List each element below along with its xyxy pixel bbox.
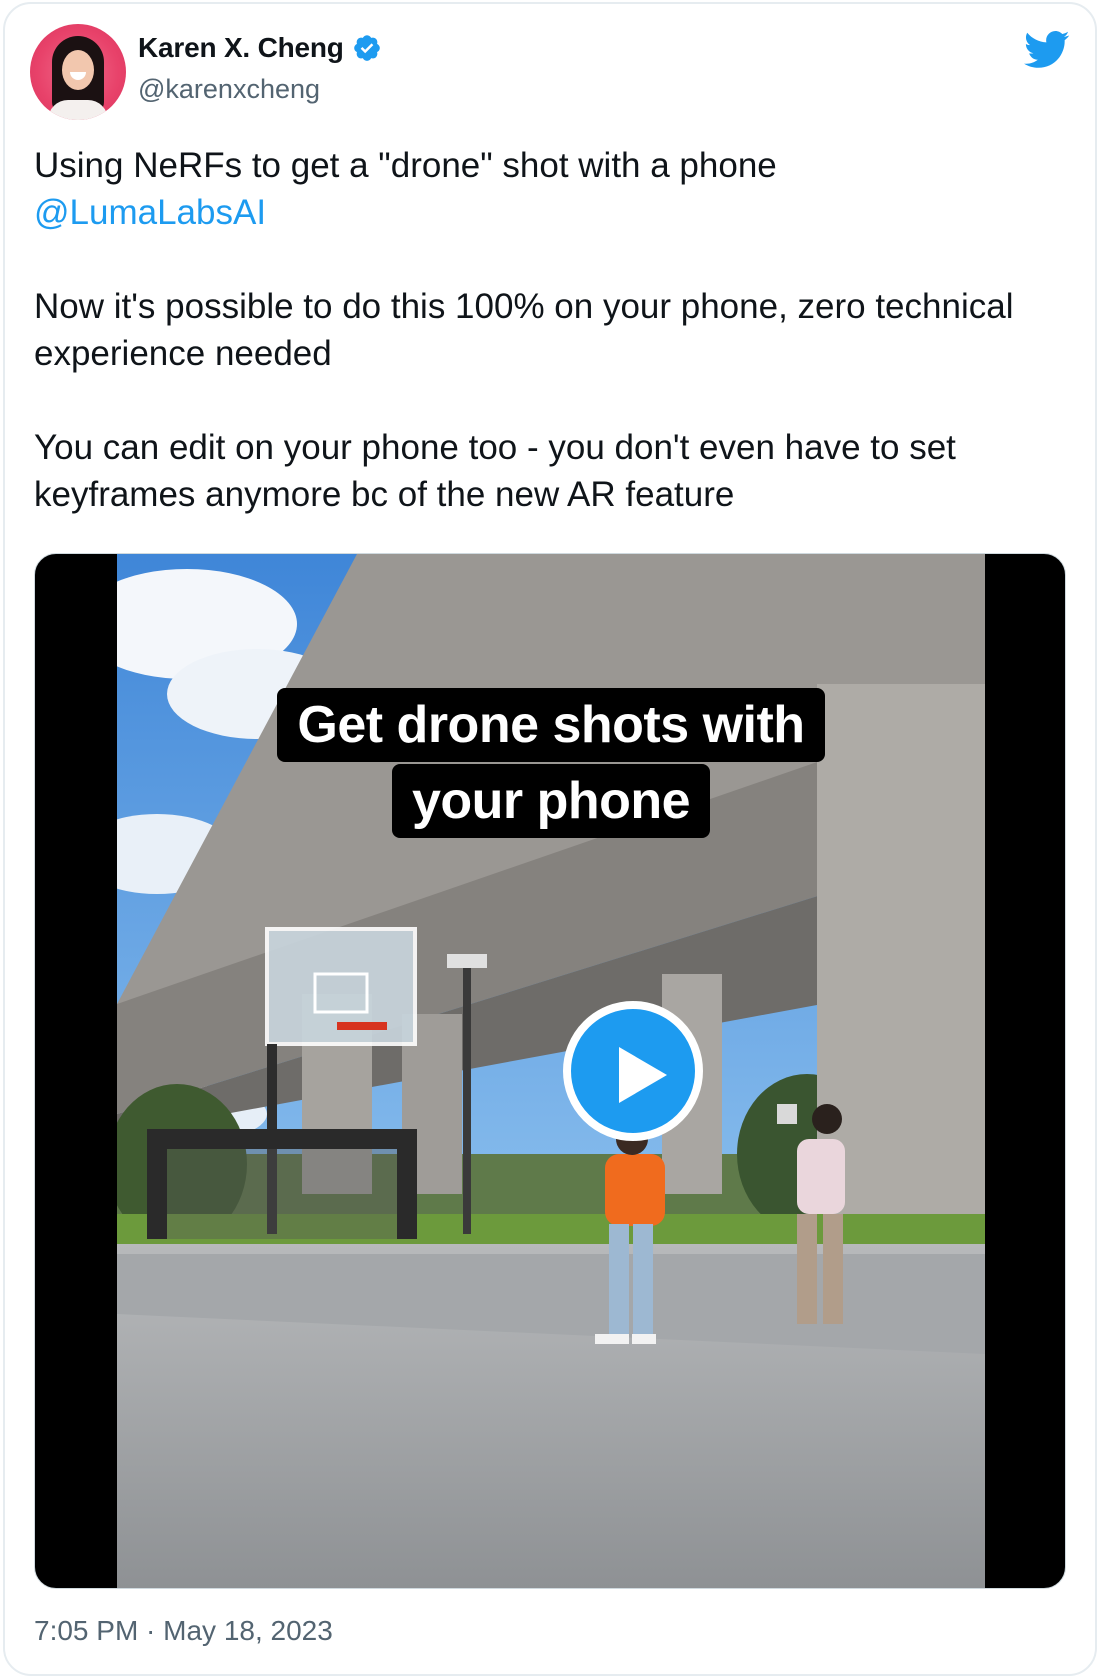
verified-badge-icon bbox=[352, 33, 382, 63]
video-thumbnail[interactable]: Get drone shots with your phone bbox=[117, 554, 985, 1588]
play-button[interactable] bbox=[563, 1001, 703, 1141]
video-caption: Get drone shots with your phone bbox=[117, 688, 985, 838]
play-icon bbox=[619, 1047, 667, 1103]
author-handle[interactable]: @karenxcheng bbox=[138, 74, 320, 105]
mention-link[interactable]: @LumaLabsAI bbox=[34, 193, 266, 232]
tweet-timestamp[interactable]: 7:05 PM · May 18, 2023 bbox=[34, 1615, 333, 1647]
tweet-header: Karen X. Cheng @karenxcheng bbox=[30, 24, 1070, 124]
tweet-text-paragraph: Now it's possible to do this 100% on you… bbox=[34, 287, 1014, 373]
author-display-name[interactable]: Karen X. Cheng bbox=[138, 32, 344, 64]
author-name-row: Karen X. Cheng bbox=[138, 32, 382, 64]
caption-line-1: Get drone shots with bbox=[277, 688, 825, 762]
tweet-text-line: Using NeRFs to get a "drone" shot with a… bbox=[34, 146, 777, 185]
twitter-bird-icon[interactable] bbox=[1024, 30, 1070, 70]
tweet-body: Using NeRFs to get a "drone" shot with a… bbox=[34, 142, 1074, 518]
avatar[interactable] bbox=[30, 24, 126, 120]
video-player[interactable]: Get drone shots with your phone bbox=[34, 553, 1066, 1589]
tweet-text-paragraph: You can edit on your phone too - you don… bbox=[34, 428, 956, 514]
caption-line-2: your phone bbox=[391, 764, 711, 838]
